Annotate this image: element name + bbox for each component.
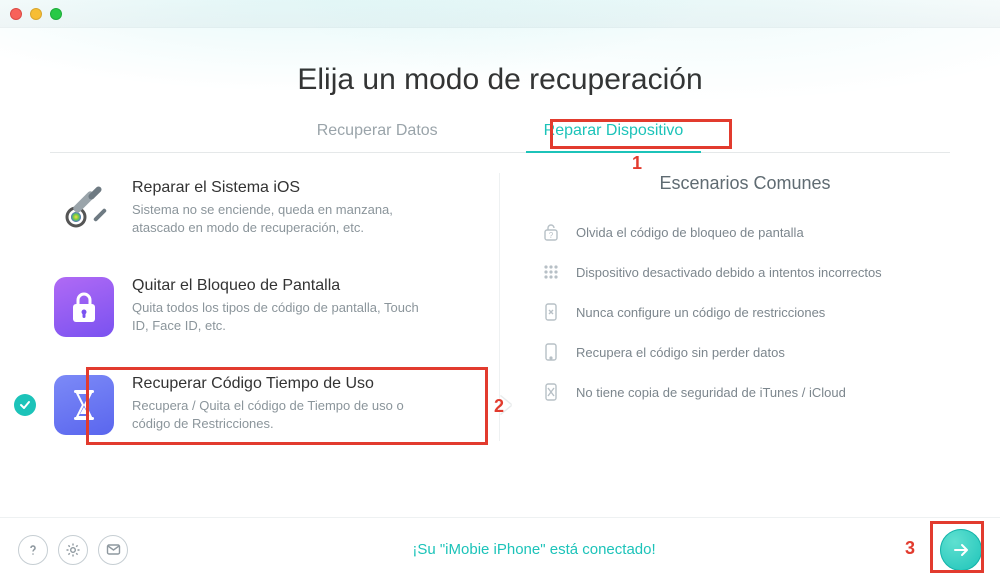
page-title: Elija un modo de recuperación: [0, 63, 1000, 97]
scenario-item: ? Olvida el código de bloqueo de pantall…: [540, 212, 950, 252]
option-unlock-screen[interactable]: Quitar el Bloqueo de Pantalla Quita todo…: [50, 271, 489, 343]
window-close-button[interactable]: [10, 8, 22, 20]
svg-text:?: ?: [549, 231, 554, 240]
scenario-text: Recupera el código sin perder datos: [576, 345, 785, 360]
option-title: Recuperar Código Tiempo de Uso: [132, 375, 432, 393]
option-recover-screen-time[interactable]: Recuperar Código Tiempo de Uso Recupera …: [50, 369, 489, 441]
scenario-item: Dispositivo desactivado debido a intento…: [540, 252, 950, 292]
lock-question-icon: ?: [540, 221, 562, 243]
scenario-item: Recupera el código sin perder datos: [540, 332, 950, 372]
scenario-text: No tiene copia de seguridad de iTunes / …: [576, 385, 846, 400]
tab-recover-data[interactable]: Recuperar Datos: [309, 122, 446, 152]
window-maximize-button[interactable]: [50, 8, 62, 20]
next-button[interactable]: [940, 529, 982, 571]
settings-button[interactable]: [58, 535, 88, 565]
hourglass-icon: [54, 375, 114, 435]
option-desc: Quita todos los tipos de código de panta…: [132, 299, 432, 335]
keypad-icon: [540, 261, 562, 283]
phone-icon: [540, 341, 562, 363]
option-title: Quitar el Bloqueo de Pantalla: [132, 277, 432, 295]
window-minimize-button[interactable]: [30, 8, 42, 20]
window-titlebar: [0, 0, 1000, 28]
scenario-text: Olvida el código de bloqueo de pantalla: [576, 225, 804, 240]
footer-bar: ¡Su "iMobie iPhone" está conectado!: [0, 517, 1000, 581]
check-icon: [14, 394, 36, 416]
mode-tabs: Recuperar Datos Reparar Dispositivo: [50, 122, 950, 153]
scenarios-title: Escenarios Comunes: [540, 173, 950, 194]
option-desc: Recupera / Quita el código de Tiempo de …: [132, 397, 432, 433]
tab-repair-device[interactable]: Reparar Dispositivo: [536, 122, 692, 152]
tools-icon: [54, 179, 114, 239]
scenario-item: Nunca configure un código de restriccion…: [540, 292, 950, 332]
annotation-label-1: 1: [632, 153, 642, 174]
selected-arrow-icon: [500, 396, 511, 414]
no-backup-icon: [540, 381, 562, 403]
phone-x-icon: [540, 301, 562, 323]
scenario-item: No tiene copia de seguridad de iTunes / …: [540, 372, 950, 412]
connection-status: ¡Su "iMobie iPhone" está conectado!: [128, 541, 940, 558]
scenario-text: Dispositivo desactivado debido a intento…: [576, 265, 882, 280]
lock-icon: [54, 277, 114, 337]
option-title: Reparar el Sistema iOS: [132, 179, 432, 197]
feedback-button[interactable]: [98, 535, 128, 565]
help-button[interactable]: [18, 535, 48, 565]
option-desc: Sistema no se enciende, queda en manzana…: [132, 201, 432, 237]
common-scenarios: Escenarios Comunes ? Olvida el código de…: [520, 173, 950, 441]
scenario-text: Nunca configure un código de restriccion…: [576, 305, 825, 320]
repair-options-list: Reparar el Sistema iOS Sistema no se enc…: [50, 173, 500, 441]
option-repair-ios-system[interactable]: Reparar el Sistema iOS Sistema no se enc…: [50, 173, 489, 245]
